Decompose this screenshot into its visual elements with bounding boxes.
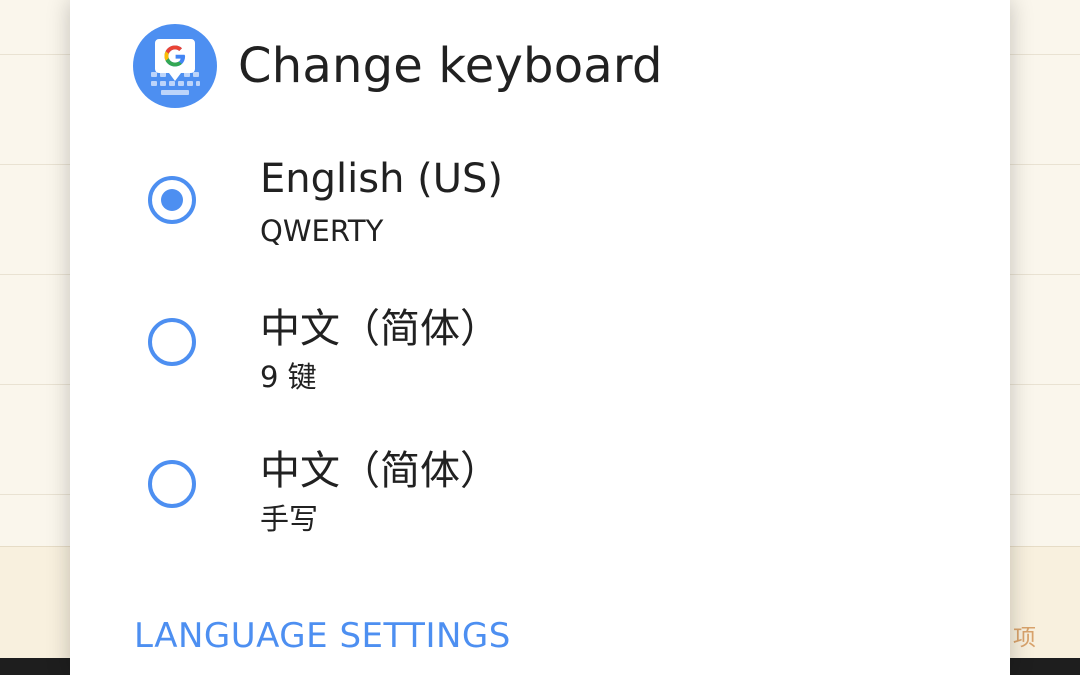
gboard-icon bbox=[133, 24, 217, 108]
option-sublabel: 9 键 bbox=[260, 360, 317, 394]
option-sublabel: QWERTY bbox=[260, 214, 384, 248]
screen: 项 Change keyboard English (US) QWERTY 中文… bbox=[0, 0, 1080, 675]
language-settings-button[interactable]: LANGUAGE SETTINGS bbox=[134, 616, 511, 656]
radio-button-selected[interactable] bbox=[148, 176, 196, 224]
option-label: 中文（简体） bbox=[260, 306, 500, 352]
option-label: English (US) bbox=[260, 156, 504, 202]
radio-button[interactable] bbox=[148, 318, 196, 366]
option-sublabel: 手写 bbox=[260, 502, 319, 536]
background-footer-text: 项 bbox=[1013, 625, 1036, 651]
dialog-title: Change keyboard bbox=[238, 38, 663, 94]
keyboard-option-chinese-handwriting[interactable]: 中文（简体） 手写 bbox=[70, 420, 1010, 550]
radio-button[interactable] bbox=[148, 460, 196, 508]
change-keyboard-dialog: Change keyboard English (US) QWERTY 中文（简… bbox=[70, 0, 1010, 675]
keyboard-option-english-us[interactable]: English (US) QWERTY bbox=[70, 136, 1010, 266]
radio-selected-dot bbox=[161, 189, 183, 211]
keyboard-option-chinese-9key[interactable]: 中文（简体） 9 键 bbox=[70, 278, 1010, 408]
option-label: 中文（简体） bbox=[260, 448, 500, 494]
